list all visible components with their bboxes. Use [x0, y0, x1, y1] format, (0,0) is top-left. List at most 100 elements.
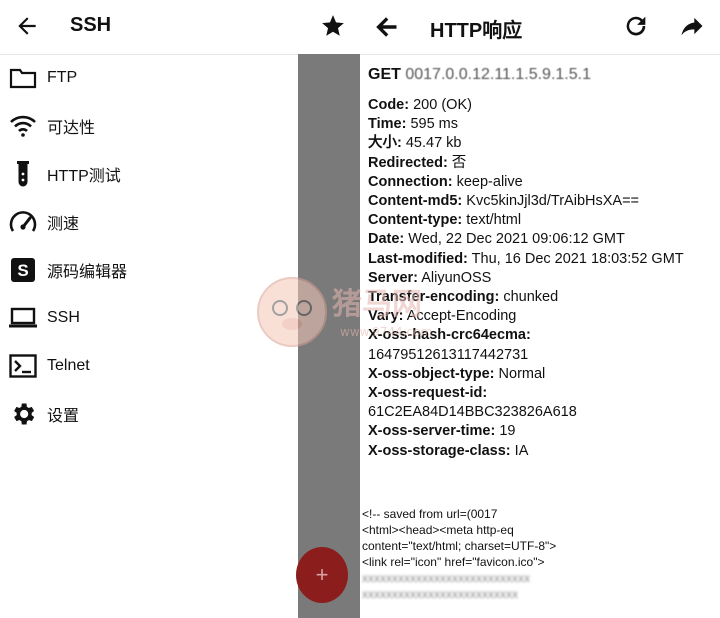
refresh-icon[interactable]	[622, 12, 650, 40]
menu-item-ssh[interactable]: SSH	[0, 294, 298, 342]
dim-scrim[interactable]	[298, 54, 360, 618]
header-row: Last-modified: Thu, 16 Dec 2021 18:03:52…	[368, 250, 718, 269]
header-key: Vary:	[368, 308, 404, 325]
header-key: X-oss-storage-class:	[368, 442, 511, 459]
gear-icon	[8, 399, 38, 429]
navigation-drawer: SSH FTP 可达性 HTTP测试 测速 S 源码编辑器 SSH Telnet…	[0, 0, 360, 618]
menu-item-label: SSH	[47, 309, 80, 326]
header-key: X-oss-hash-crc64ecma:	[368, 327, 531, 344]
header-row: X-oss-hash-crc64ecma:	[368, 326, 718, 345]
header-key: X-oss-object-type:	[368, 365, 495, 382]
page-title: HTTP响应	[430, 20, 523, 42]
header-value: Kvc5kinJjl3d/TrAibHsXA==	[462, 193, 640, 210]
header-row: Code: 200 (OK)	[368, 96, 718, 115]
laptop-icon	[8, 303, 38, 333]
header-key: Date:	[368, 231, 405, 248]
header-key: Redirected:	[368, 154, 448, 171]
menu-item-telnet[interactable]: Telnet	[0, 342, 298, 390]
left-toolbar: SSH	[0, 0, 360, 55]
header-value: Wed, 22 Dec 2021 09:06:12 GMT	[404, 231, 625, 248]
source-s-icon: S	[8, 255, 38, 285]
menu-item-label: FTP	[47, 69, 78, 86]
body-line-redacted: xxxxxxxxxxxxxxxxxxxxxxxxxxxx	[362, 571, 530, 585]
back-arrow-icon[interactable]	[14, 13, 40, 39]
header-value: 200 (OK)	[409, 97, 472, 113]
request-line: GET 0017.0.0.12.11.1.5.9.1.5.1	[368, 66, 591, 84]
svg-text:S: S	[17, 261, 28, 280]
drawer-menu: FTP 可达性 HTTP测试 测速 S 源码编辑器 SSH Telnet 设置	[0, 54, 298, 438]
header-row: Server: AliyunOSS	[368, 269, 718, 288]
header-value: 61C2EA84D14BBC323826A618	[368, 404, 577, 421]
folder-icon	[8, 63, 38, 93]
header-key: Code:	[368, 97, 410, 113]
header-value: AliyunOSS	[417, 269, 492, 286]
header-value: 595 ms	[406, 116, 459, 133]
menu-item-reachability[interactable]: 可达性	[0, 102, 298, 150]
body-line: content="text/html; charset=UTF-8">	[362, 539, 557, 553]
header-row: 16479512613117442731	[368, 346, 718, 365]
header-key: Transfer-encoding:	[368, 289, 500, 306]
wifi-icon	[8, 111, 38, 141]
header-row: Time: 595 ms	[368, 115, 718, 134]
header-row: Date: Wed, 22 Dec 2021 09:06:12 GMT	[368, 230, 718, 249]
header-row: Vary: Accept-Encoding	[368, 307, 718, 326]
body-line: <link rel="icon" href="favicon.ico">	[362, 555, 545, 569]
back-arrow-icon[interactable]	[372, 13, 400, 41]
menu-item-settings[interactable]: 设置	[0, 390, 298, 438]
header-row: 大小: 45.47 kb	[368, 134, 718, 153]
menu-item-label: HTTP测试	[47, 168, 121, 185]
request-method: GET	[368, 66, 401, 83]
menu-item-ftp[interactable]: FTP	[0, 54, 298, 102]
add-fab-button[interactable]: +	[296, 547, 348, 603]
header-value: text/html	[462, 212, 522, 229]
header-value: Normal	[494, 365, 546, 382]
header-row: Redirected: 否	[368, 154, 718, 173]
menu-item-http-test[interactable]: HTTP测试	[0, 150, 298, 198]
header-value: keep-alive	[452, 173, 523, 190]
menu-item-source-editor[interactable]: S 源码编辑器	[0, 246, 298, 294]
header-value: 45.47 kb	[401, 135, 462, 152]
menu-item-label: 测速	[47, 216, 80, 233]
response-headers: Code: 200 (OK) Time: 595 ms 大小: 45.47 kb Re…	[368, 96, 718, 461]
header-key: Content-type:	[368, 212, 463, 229]
speedometer-icon	[8, 207, 38, 237]
http-response-pane: HTTP响应 GET 0017.0.0.12.11.1.5.9.1.5.1 Co…	[360, 0, 720, 618]
header-key: Connection:	[368, 173, 453, 190]
body-line: <html><head><meta http-eq	[362, 523, 514, 537]
header-row: X-oss-server-time: 19	[368, 422, 718, 441]
header-row: X-oss-object-type: Normal	[368, 365, 718, 384]
header-value: Thu, 16 Dec 2021 18:03:52 GMT	[467, 250, 684, 267]
header-value: IA	[510, 442, 529, 459]
menu-item-speed-test[interactable]: 测速	[0, 198, 298, 246]
header-row: Connection: keep-alive	[368, 173, 718, 192]
right-toolbar: HTTP响应	[360, 0, 720, 55]
header-key: Time:	[368, 116, 407, 133]
header-row: X-oss-storage-class: IA	[368, 442, 718, 461]
test-tube-icon	[8, 159, 38, 189]
share-arrow-icon[interactable]	[678, 12, 706, 40]
response-body: <!-- saved from url=(0017 <html><head><me…	[362, 506, 712, 602]
star-icon[interactable]	[320, 13, 346, 39]
header-row: Content-md5: Kvc5kinJjl3d/TrAibHsXA==	[368, 192, 718, 211]
menu-item-label: 可达性	[47, 120, 96, 137]
header-key: X-oss-server-time:	[368, 423, 496, 440]
menu-item-label: 源码编辑器	[47, 264, 128, 281]
request-url: 0017.0.0.12.11.1.5.9.1.5.1	[405, 66, 591, 83]
header-value: 否	[447, 154, 467, 171]
header-row: Transfer-encoding: chunked	[368, 288, 718, 307]
header-key: Last-modified:	[368, 250, 468, 267]
header-key: Content-md5:	[368, 193, 463, 210]
left-title: SSH	[70, 14, 112, 36]
header-key: Server:	[368, 269, 418, 286]
header-value: 19	[495, 423, 516, 440]
menu-item-label: Telnet	[47, 357, 90, 374]
header-key: X-oss-request-id:	[368, 385, 488, 402]
header-row: X-oss-request-id:	[368, 384, 718, 403]
header-row: Content-type: text/html	[368, 211, 718, 230]
header-row: 61C2EA84D14BBC323826A618	[368, 403, 718, 422]
header-value: chunked	[499, 289, 559, 306]
header-value: 16479512613117442731	[368, 346, 529, 363]
body-line-redacted: xxxxxxxxxxxxxxxxxxxxxxxxxx	[362, 587, 518, 601]
header-value: Accept-Encoding	[403, 308, 517, 325]
header-key: 大小:	[368, 135, 402, 152]
